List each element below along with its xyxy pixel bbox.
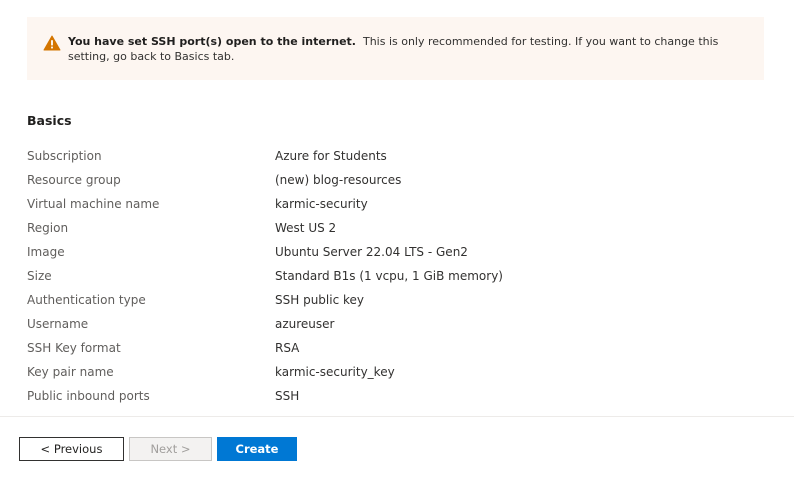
summary-value: karmic-security <box>275 197 368 211</box>
summary-label: Key pair name <box>27 365 114 379</box>
summary-row-ssh-key-format: SSH Key format RSA <box>27 336 767 360</box>
basics-summary-list: Subscription Azure for Students Resource… <box>27 144 767 408</box>
basics-section-title: Basics <box>27 113 72 128</box>
summary-label: Image <box>27 245 65 259</box>
summary-row-inbound-ports: Public inbound ports SSH <box>27 384 767 408</box>
summary-label: Subscription <box>27 149 102 163</box>
summary-value: Azure for Students <box>275 149 387 163</box>
next-button[interactable]: Next > <box>129 437 212 461</box>
summary-row-size: Size Standard B1s (1 vcpu, 1 GiB memory) <box>27 264 767 288</box>
summary-label: Public inbound ports <box>27 389 150 403</box>
summary-value: Ubuntu Server 22.04 LTS - Gen2 <box>275 245 468 259</box>
warning-message: You have set SSH port(s) open to the int… <box>68 34 748 64</box>
summary-value: RSA <box>275 341 300 355</box>
summary-row-subscription: Subscription Azure for Students <box>27 144 767 168</box>
summary-label: Resource group <box>27 173 121 187</box>
summary-label: Virtual machine name <box>27 197 160 211</box>
warning-triangle-icon <box>43 35 61 51</box>
summary-row-key-pair-name: Key pair name karmic-security_key <box>27 360 767 384</box>
summary-label: SSH Key format <box>27 341 121 355</box>
summary-label: Username <box>27 317 89 331</box>
summary-label: Authentication type <box>27 293 146 307</box>
footer-divider <box>0 416 794 417</box>
summary-row-region: Region West US 2 <box>27 216 767 240</box>
summary-row-image: Image Ubuntu Server 22.04 LTS - Gen2 <box>27 240 767 264</box>
summary-row-auth-type: Authentication type SSH public key <box>27 288 767 312</box>
summary-value: karmic-security_key <box>275 365 395 379</box>
summary-row-vm-name: Virtual machine name karmic-security <box>27 192 767 216</box>
warning-bold-text: You have set SSH port(s) open to the int… <box>68 35 356 48</box>
ssh-warning-banner: You have set SSH port(s) open to the int… <box>27 17 764 80</box>
summary-value: West US 2 <box>275 221 337 235</box>
create-button[interactable]: Create <box>217 437 297 461</box>
summary-label: Size <box>27 269 52 283</box>
previous-button[interactable]: < Previous <box>19 437 124 461</box>
summary-value: Standard B1s (1 vcpu, 1 GiB memory) <box>275 269 503 283</box>
summary-label: Region <box>27 221 69 235</box>
summary-value: azureuser <box>275 317 335 331</box>
vm-review-page: You have set SSH port(s) open to the int… <box>0 0 794 481</box>
summary-value: SSH public key <box>275 293 364 307</box>
summary-value: SSH <box>275 389 300 403</box>
summary-value: (new) blog-resources <box>275 173 402 187</box>
summary-row-username: Username azureuser <box>27 312 767 336</box>
summary-row-resource-group: Resource group (new) blog-resources <box>27 168 767 192</box>
